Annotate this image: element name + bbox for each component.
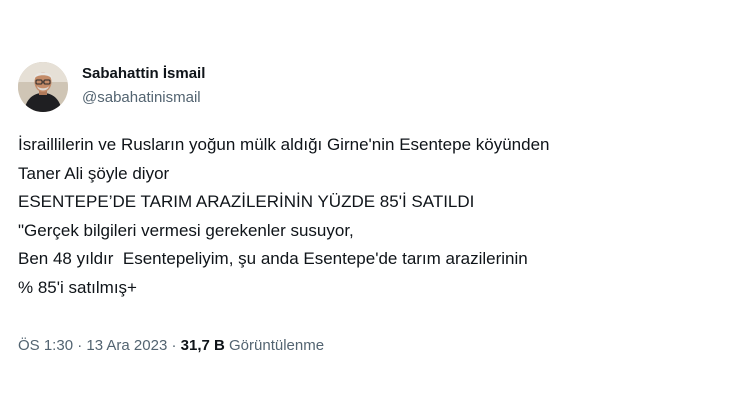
views-count: 31,7 B [180, 337, 225, 354]
avatar[interactable] [18, 62, 68, 112]
meta-separator: · [171, 337, 177, 354]
tweet-card: Sabahattin İsmail @sabahatinismail İsrai… [0, 0, 730, 420]
tweet-text-line: Taner Ali şöyle diyor [18, 163, 170, 183]
tweet-text-line: Ben 48 yıldır Esentepeliyim, şu anda Ese… [18, 249, 528, 268]
avatar-image [18, 62, 68, 112]
tweet-text: İsraillilerin ve Rusların yoğun mülk ald… [18, 131, 718, 302]
tweet-time[interactable]: ÖS 1:30 [18, 337, 73, 354]
meta-separator: · [77, 337, 83, 354]
author-name[interactable]: Sabahattin İsmail [82, 65, 205, 82]
tweet-text-line: % 85'i satılmış+ [18, 277, 137, 297]
author-handle[interactable]: @sabahatinismail [82, 89, 201, 106]
tweet-text-line: ESENTEPE’DE TARIM ARAZİLERİNİN YÜZDE 85'… [18, 192, 475, 211]
tweet-date[interactable]: 13 Ara 2023 [86, 337, 167, 354]
tweet-meta: ÖS 1:30 · 13 Ara 2023 · 31,7 B Görüntüle… [18, 337, 324, 354]
tweet-text-line: "Gerçek bilgileri vermesi gerekenler sus… [18, 220, 354, 240]
views-label: Görüntülenme [229, 337, 325, 354]
tweet-text-line: İsraillilerin ve Rusların yoğun mülk ald… [18, 135, 550, 154]
